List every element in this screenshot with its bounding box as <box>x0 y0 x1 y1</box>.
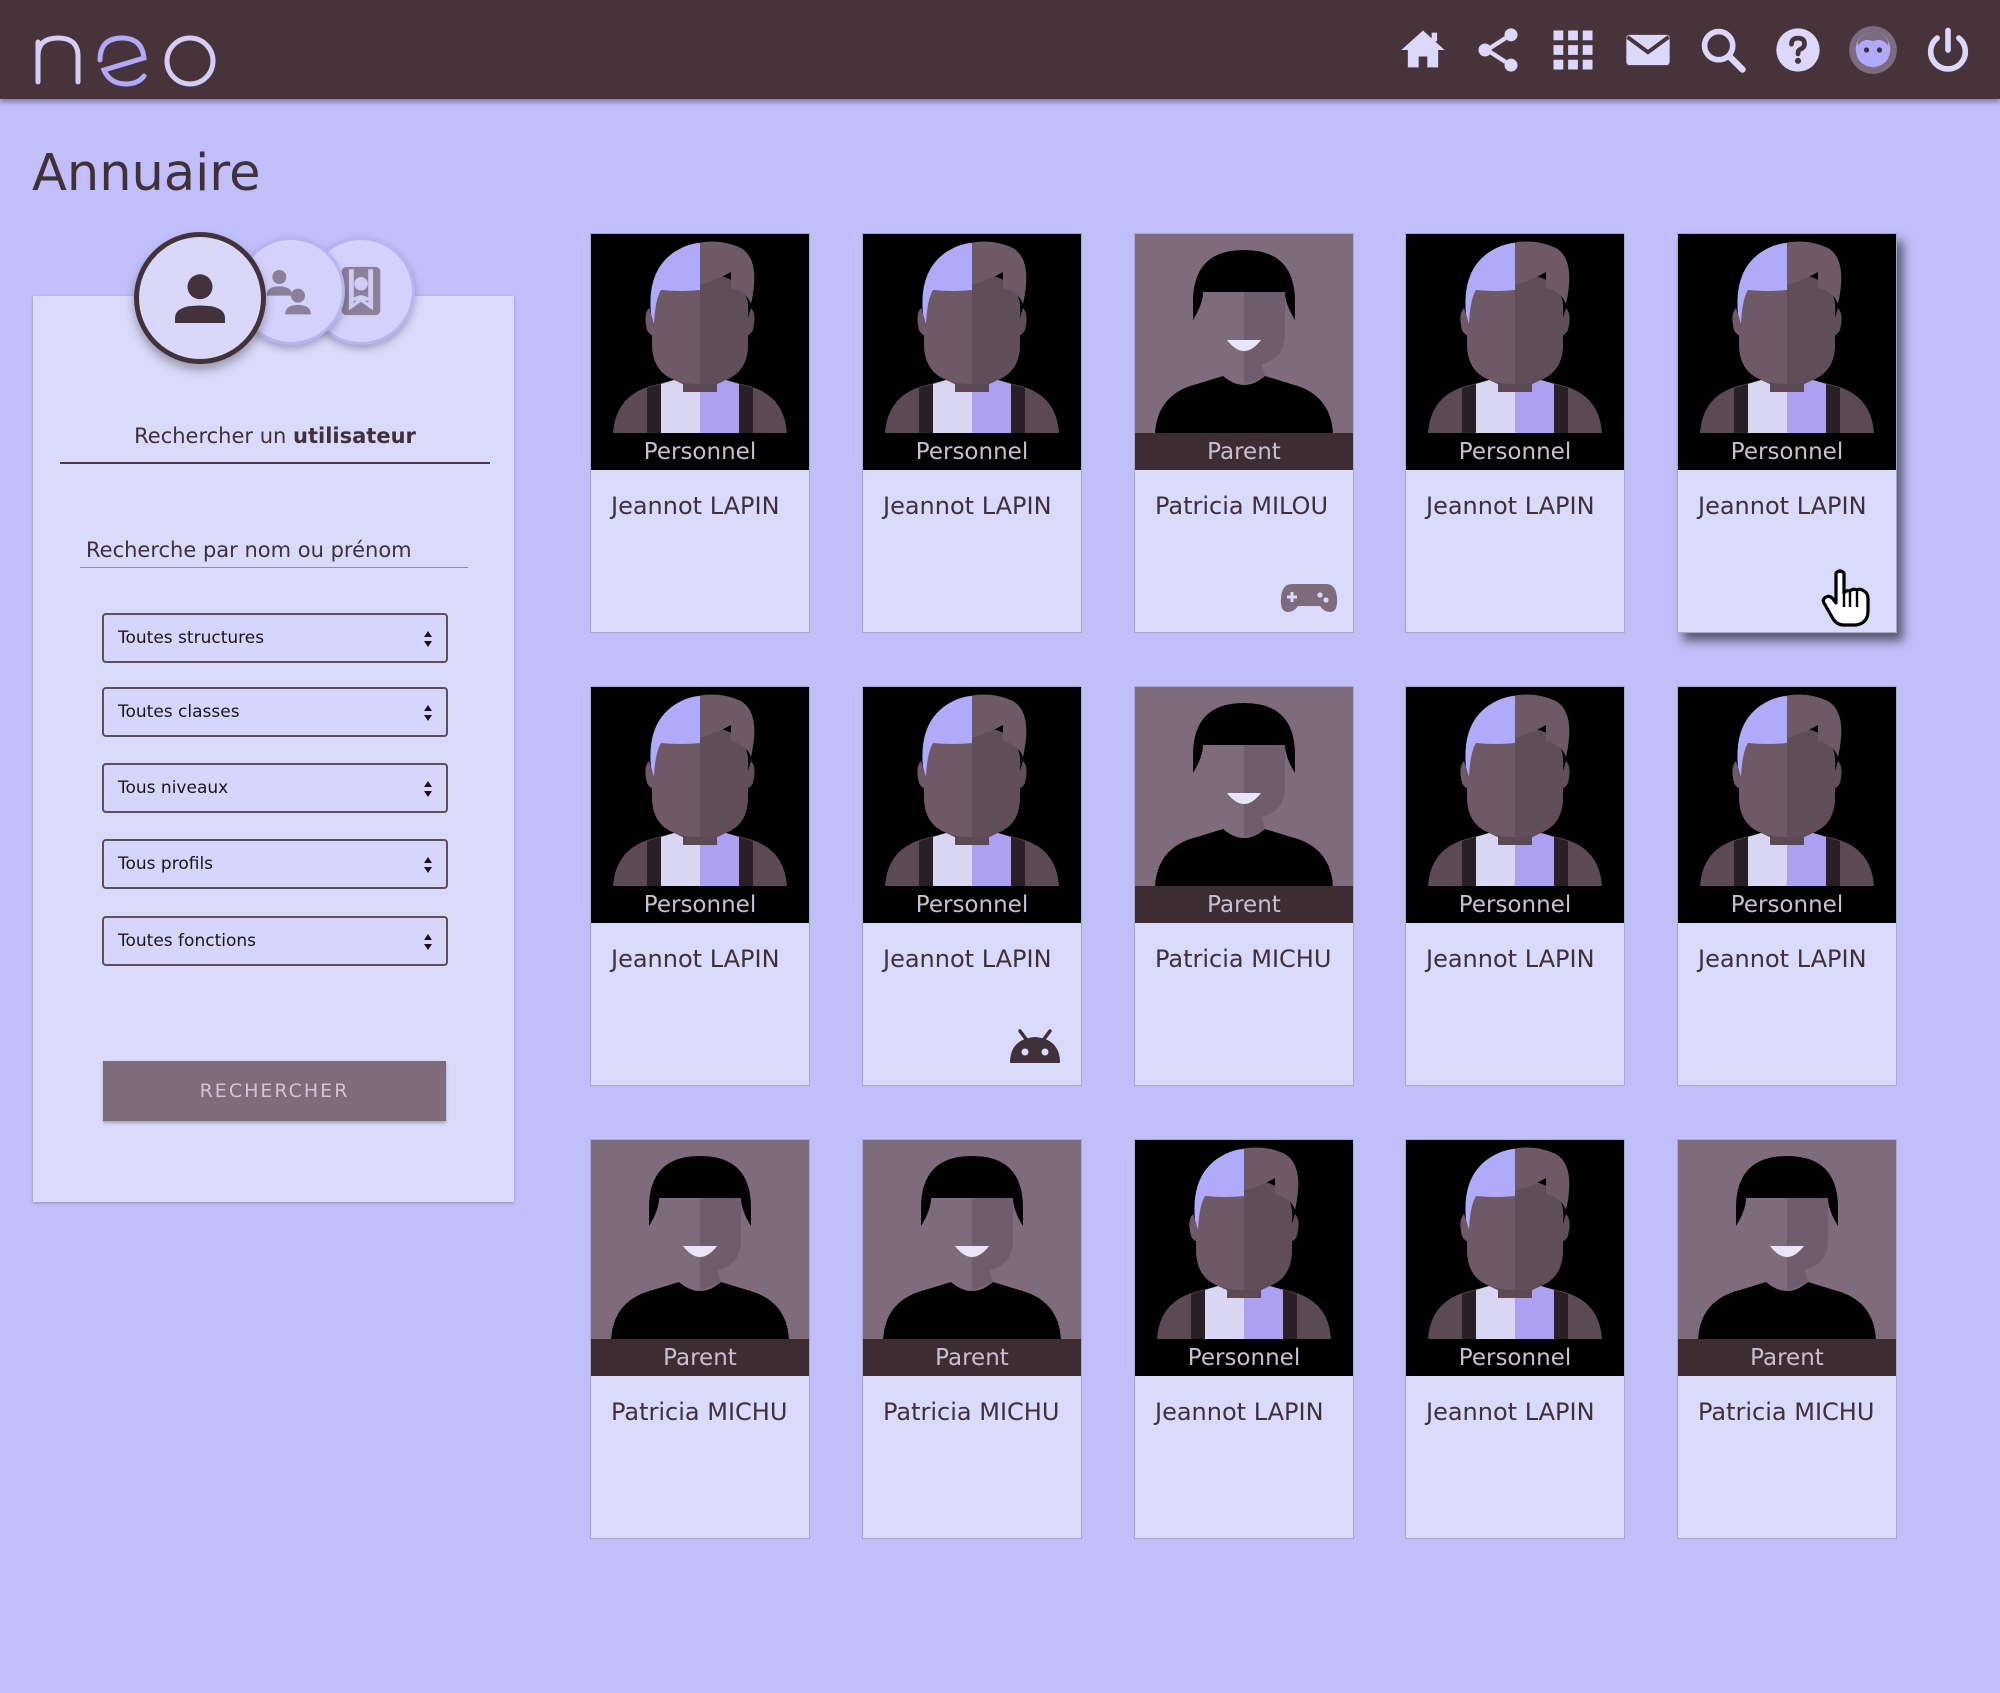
user-name: Jeannot LAPIN <box>1426 1398 1595 1426</box>
user-card[interactable]: Personnel Jeannot LAPIN <box>1405 233 1625 633</box>
user-card[interactable]: Parent Patricia MICHU <box>1134 686 1354 1086</box>
function-select[interactable]: Toutes fonctions <box>102 916 448 966</box>
apps-grid-icon[interactable] <box>1545 22 1601 78</box>
staff-avatar-icon <box>1678 687 1896 887</box>
parent-avatar-icon <box>1135 687 1353 887</box>
staff-avatar-icon <box>863 687 1081 887</box>
user-name: Jeannot LAPIN <box>611 945 780 973</box>
staff-avatar-icon <box>1135 1140 1353 1340</box>
user-role-label: Personnel <box>1406 1339 1624 1376</box>
hand-cursor-icon <box>1821 569 1870 627</box>
profile-select[interactable]: Tous profils <box>102 839 448 889</box>
user-card[interactable]: Parent Patricia MICHU <box>862 1139 1082 1539</box>
user-card[interactable]: Personnel Jeannot LAPIN <box>590 686 810 1086</box>
user-card[interactable]: Personnel Jeannot LAPIN <box>1134 1139 1354 1539</box>
class-select[interactable]: Toutes classes <box>102 687 448 737</box>
mail-icon[interactable] <box>1620 22 1676 78</box>
user-name: Patricia MICHU <box>1698 1398 1875 1426</box>
users-tab[interactable] <box>134 232 266 364</box>
user-card[interactable]: Personnel Jeannot LAPIN <box>590 233 810 633</box>
user-role-label: Personnel <box>1678 886 1896 923</box>
user-role-label: Personnel <box>591 886 809 923</box>
search-button[interactable]: RECHERCHER <box>103 1061 446 1121</box>
user-name: Jeannot LAPIN <box>1155 1398 1324 1426</box>
home-icon[interactable] <box>1395 22 1451 78</box>
help-icon[interactable] <box>1770 22 1826 78</box>
staff-avatar-icon <box>1406 687 1624 887</box>
user-card[interactable]: Personnel Jeannot LAPIN <box>862 686 1082 1086</box>
user-card[interactable]: Personnel Jeannot LAPIN <box>1405 1139 1625 1539</box>
page-title: Annuaire <box>32 144 261 203</box>
user-icon <box>175 274 225 323</box>
user-name: Patricia MILOU <box>1155 492 1329 520</box>
parent-avatar-icon <box>863 1140 1081 1340</box>
parent-avatar-icon <box>591 1140 809 1340</box>
user-name: Jeannot LAPIN <box>1698 492 1867 520</box>
user-name: Jeannot LAPIN <box>611 492 780 520</box>
staff-avatar-icon <box>1406 1140 1624 1340</box>
search-panel-heading: Rechercher un utilisateur <box>134 424 416 448</box>
user-card[interactable]: Parent Patricia MILOU <box>1134 233 1354 633</box>
user-card[interactable]: Parent Patricia MICHU <box>1677 1139 1897 1539</box>
user-role-label: Personnel <box>1135 1339 1353 1376</box>
user-name: Patricia MICHU <box>883 1398 1060 1426</box>
select-arrows-icon <box>424 857 432 873</box>
user-name: Jeannot LAPIN <box>1426 492 1595 520</box>
android-icon <box>1006 1023 1064 1071</box>
user-role-label: Personnel <box>863 886 1081 923</box>
staff-avatar-icon <box>863 234 1081 434</box>
power-icon[interactable] <box>1920 22 1976 78</box>
user-name: Patricia MICHU <box>611 1398 788 1426</box>
staff-avatar-icon <box>1406 234 1624 434</box>
staff-avatar-icon <box>1678 234 1896 434</box>
parent-avatar-icon <box>1135 234 1353 434</box>
staff-avatar-icon <box>591 687 809 887</box>
user-avatar-icon[interactable] <box>1845 22 1901 78</box>
user-role-label: Personnel <box>1406 886 1624 923</box>
neo-logo[interactable]: neo <box>30 12 240 92</box>
user-role-label: Parent <box>1678 1339 1896 1376</box>
user-card[interactable]: Parent Patricia MICHU <box>590 1139 810 1539</box>
group-icon <box>266 270 311 315</box>
parent-avatar-icon <box>1678 1140 1896 1340</box>
user-role-label: Personnel <box>1678 433 1896 470</box>
select-arrows-icon <box>424 631 432 647</box>
user-role-label: Personnel <box>1406 433 1624 470</box>
user-role-label: Personnel <box>863 433 1081 470</box>
user-role-label: Personnel <box>591 433 809 470</box>
user-role-label: Parent <box>591 1339 809 1376</box>
user-card[interactable]: Personnel Jeannot LAPIN <box>862 233 1082 633</box>
select-arrows-icon <box>424 781 432 797</box>
structure-select[interactable]: Toutes structures <box>102 613 448 663</box>
user-name: Jeannot LAPIN <box>883 945 1052 973</box>
select-arrows-icon <box>424 705 432 721</box>
search-icon[interactable] <box>1695 22 1751 78</box>
level-select[interactable]: Tous niveaux <box>102 763 448 813</box>
user-name: Jeannot LAPIN <box>883 492 1052 520</box>
user-card[interactable]: Personnel Jeannot LAPIN <box>1677 686 1897 1086</box>
user-name: Jeannot LAPIN <box>1426 945 1595 973</box>
staff-avatar-icon <box>591 234 809 434</box>
share-icon[interactable] <box>1470 22 1526 78</box>
user-role-label: Parent <box>1135 886 1353 923</box>
user-role-label: Parent <box>1135 433 1353 470</box>
user-card[interactable]: Personnel Jeannot LAPIN <box>1405 686 1625 1086</box>
user-role-label: Parent <box>863 1339 1081 1376</box>
heading-underline <box>60 462 490 464</box>
search-input[interactable] <box>80 532 468 568</box>
top-bar: neo <box>0 0 2000 99</box>
user-name: Patricia MICHU <box>1155 945 1332 973</box>
gamepad-icon <box>1280 580 1338 618</box>
select-arrows-icon <box>424 934 432 950</box>
user-name: Jeannot LAPIN <box>1698 945 1867 973</box>
